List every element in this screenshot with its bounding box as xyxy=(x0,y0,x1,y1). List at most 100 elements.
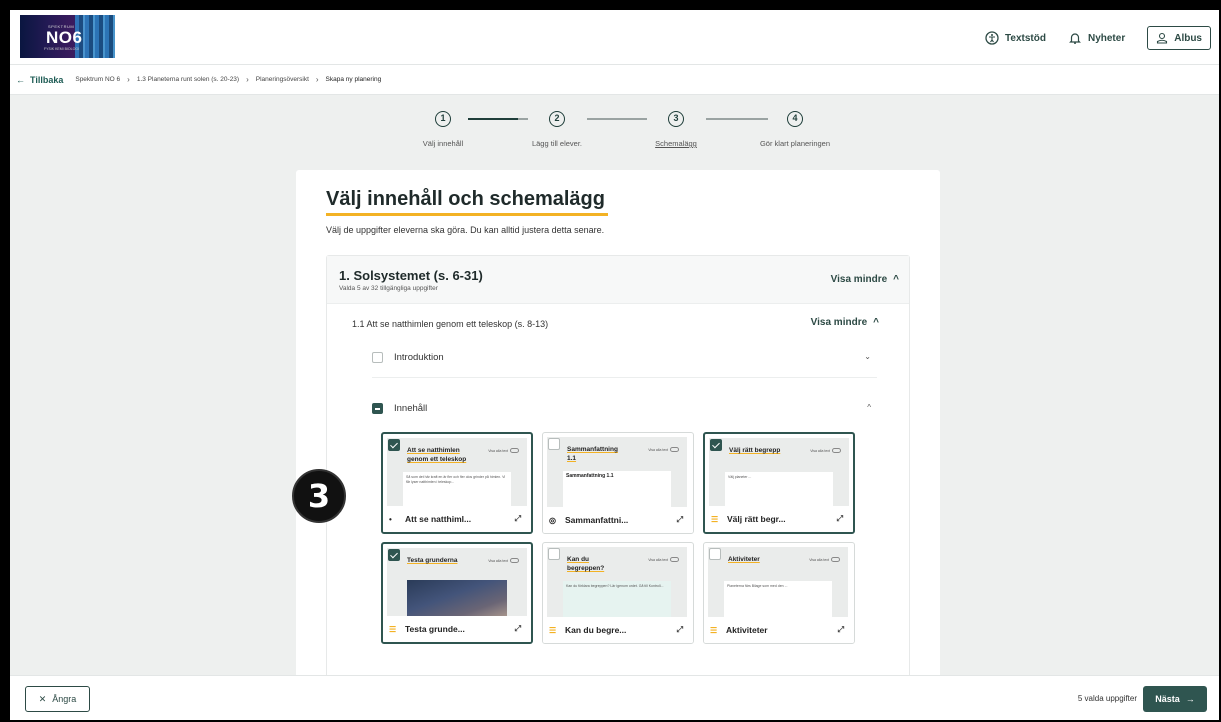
breadcrumb-item[interactable]: 1.3 Planeterna runt solen (s. 20-23) xyxy=(137,76,239,83)
expand-icon[interactable]: ⤢ xyxy=(838,625,844,635)
expand-icon[interactable]: ⤢ xyxy=(515,514,521,524)
task-checkbox[interactable] xyxy=(709,548,721,560)
thumb-title: Välj rätt begrepp xyxy=(729,447,781,454)
task-checkbox[interactable] xyxy=(548,438,560,450)
group-innehall[interactable]: Innehåll ^ xyxy=(372,389,877,429)
chapter-toggle-button[interactable]: Visa mindre ^ xyxy=(831,274,899,285)
task-checkbox[interactable] xyxy=(388,439,400,451)
list-icon: ☰ xyxy=(549,625,557,635)
product-logo[interactable]: SPEKTRUM NO6 FYSIK KEMI BIOLOGI xyxy=(20,15,115,58)
nyheter-label: Nyheter xyxy=(1087,32,1126,44)
task-label: Kan du begre... xyxy=(565,625,627,635)
task-label: Att se natthiml... xyxy=(405,514,472,524)
expand-icon[interactable]: ⤢ xyxy=(677,515,683,525)
task-footer: • Att se natthiml... ⤢ xyxy=(383,506,531,532)
step-number: 4 xyxy=(787,111,803,127)
task-tile[interactable]: Kan du begreppen? Visa alla text Kan du … xyxy=(542,542,694,644)
thumb-toggle: Visa alla text xyxy=(810,448,841,453)
title-underline xyxy=(326,213,608,216)
task-tile[interactable]: Aktiviteter Visa alla text Planeterna fä… xyxy=(703,542,855,644)
breadcrumb: ← Tillbaka Spektrum NO 6 › 1.3 Planetern… xyxy=(10,65,1219,95)
arrow-right-icon: → xyxy=(1185,694,1195,704)
breadcrumb-item[interactable]: Spektrum NO 6 xyxy=(75,76,120,83)
breadcrumb-item[interactable]: Planeringsöversikt xyxy=(256,76,309,83)
thumb-text: Välj planeter ... xyxy=(725,472,833,510)
task-tile[interactable]: Testa grunderna Visa alla text ☰ Testa g… xyxy=(381,542,533,644)
step-3[interactable]: 3 Schemalägg xyxy=(616,111,736,148)
task-thumbnail: Att se natthimlen genom ett teleskop Vis… xyxy=(387,438,527,510)
task-footer: ◎ Sammanfattni... ⤢ xyxy=(543,507,693,533)
step-1[interactable]: 1 Välj innehåll xyxy=(383,111,503,148)
task-thumbnail: Aktiviteter Visa alla text Planeterna fä… xyxy=(708,547,848,619)
subsection-toggle-button[interactable]: Visa mindre ^ xyxy=(811,317,879,328)
thumb-toggle: Visa alla text xyxy=(488,448,519,453)
thumb-toggle: Visa alla text xyxy=(488,558,519,563)
toggle-label: Visa mindre xyxy=(810,317,868,328)
arrow-left-icon: ← xyxy=(16,74,25,85)
stepper: 1 Välj innehåll 2 Lägg till elever. 3 Sc… xyxy=(10,95,1219,165)
list-icon: ☰ xyxy=(389,624,397,634)
group-label: Innehåll xyxy=(394,403,428,414)
chevron-up-icon: ^ xyxy=(893,274,899,285)
chevron-down-icon[interactable]: ⌄ xyxy=(864,352,871,361)
task-footer: ☰ Aktiviteter ⤢ xyxy=(704,617,854,643)
chevron-up-icon: ^ xyxy=(873,317,879,328)
task-checkbox[interactable] xyxy=(388,549,400,561)
checkbox[interactable] xyxy=(372,352,383,363)
expand-icon[interactable]: ⤢ xyxy=(837,514,843,524)
step-label: Schemalägg xyxy=(655,139,697,148)
checkbox-indeterminate[interactable] xyxy=(372,403,383,414)
thumb-title: Kan du begreppen? xyxy=(567,556,605,572)
chevron-up-icon[interactable]: ^ xyxy=(867,403,871,412)
task-checkbox[interactable] xyxy=(710,439,722,451)
task-label: Testa grunde... xyxy=(405,624,465,634)
thumb-text: Kan du förklara begreppen? Lär igenom or… xyxy=(563,581,671,619)
accessibility-icon xyxy=(985,31,999,45)
back-link[interactable]: ← Tillbaka xyxy=(16,75,63,85)
content-card: Välj innehåll och schemalägg Välj de upp… xyxy=(296,170,940,675)
task-label: Sammanfattni... xyxy=(565,515,629,525)
chapter-header[interactable]: 1. Solsystemet (s. 6-31) Valda 5 av 32 t… xyxy=(327,256,909,304)
eye-icon: ◎ xyxy=(549,515,556,525)
group-introduktion[interactable]: Introduktion ⌄ xyxy=(372,338,877,378)
task-checkbox[interactable] xyxy=(548,548,560,560)
bottom-bar: ✕ Ångra 5 valda uppgifter Nästa → xyxy=(10,675,1219,720)
bell-icon xyxy=(1069,33,1081,44)
user-icon xyxy=(1157,32,1168,44)
task-tile[interactable]: Att se natthimlen genom ett teleskop Vis… xyxy=(381,432,533,534)
thumb-title: Testa grunderna xyxy=(407,557,458,564)
undo-button[interactable]: ✕ Ångra xyxy=(25,686,90,712)
thumb-toggle: Visa alla text xyxy=(809,557,840,562)
step-2[interactable]: 2 Lägg till elever. xyxy=(497,111,617,148)
thumb-text: Sammanfattning 1.1 xyxy=(563,471,671,509)
thumb-text: Så som det här kraft en är fler och fler… xyxy=(403,472,511,510)
thumb-title: Att se natthimlen genom ett teleskop xyxy=(407,447,467,463)
next-label: Nästa xyxy=(1155,694,1180,704)
thumb-toggle: Visa alla text xyxy=(648,447,679,452)
task-tile[interactable]: Välj rätt begrepp Visa alla text Välj pl… xyxy=(703,432,855,534)
app-window: SPEKTRUM NO6 FYSIK KEMI BIOLOGI Textstöd… xyxy=(10,10,1219,720)
task-footer: ☰ Välj rätt begr... ⤢ xyxy=(705,506,853,532)
chapter-title: 1. Solsystemet (s. 6-31) xyxy=(339,268,483,283)
expand-icon[interactable]: ⤢ xyxy=(515,624,521,634)
selected-count: 5 valda uppgifter xyxy=(1077,694,1137,703)
task-thumbnail: Kan du begreppen? Visa alla text Kan du … xyxy=(547,547,687,619)
task-label: Aktiviteter xyxy=(726,625,768,635)
textstod-label: Textstöd xyxy=(1005,32,1046,44)
undo-label: Ångra xyxy=(52,694,77,704)
step-number: 2 xyxy=(549,111,565,127)
user-menu-button[interactable]: Albus xyxy=(1147,26,1211,50)
expand-icon[interactable]: ⤢ xyxy=(677,625,683,635)
textstod-button[interactable]: Textstöd xyxy=(985,31,1046,45)
thumb-toggle: Visa alla text xyxy=(648,557,679,562)
task-tile[interactable]: Sammanfattning 1.1 Visa alla text Samman… xyxy=(542,432,694,534)
thumb-title: Sammanfattning 1.1 xyxy=(567,446,618,462)
nyheter-button[interactable]: Nyheter xyxy=(1068,31,1125,45)
subsection-title: 1.1 Att se natthimlen genom ett teleskop… xyxy=(352,319,549,329)
chapter-selection-count: Valda 5 av 32 tillgängliga uppgifter xyxy=(339,285,438,292)
step-4[interactable]: 4 Gör klart planeringen xyxy=(735,111,855,148)
chevron-right-icon: › xyxy=(127,75,130,84)
next-button[interactable]: Nästa → xyxy=(1143,686,1207,712)
task-thumbnail: Välj rätt begrepp Visa alla text Välj pl… xyxy=(709,438,849,510)
task-footer: ☰ Testa grunde... ⤢ xyxy=(383,616,531,642)
